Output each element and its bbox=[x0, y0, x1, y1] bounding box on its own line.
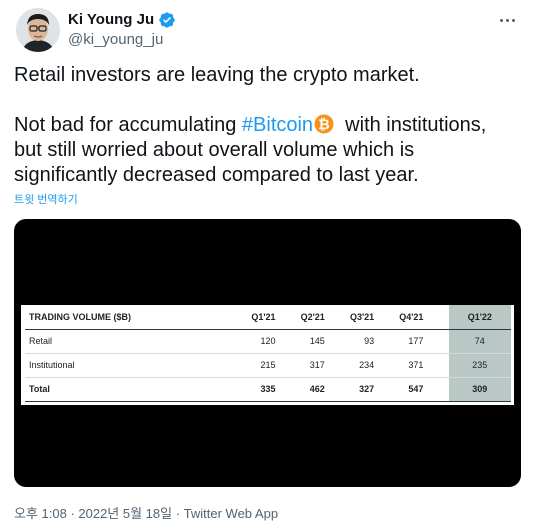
table-cell: 120 bbox=[226, 329, 276, 354]
tweet-line: significantly decreased compared to last… bbox=[14, 164, 419, 186]
table-row-total: Total 335 462 327 547 309 bbox=[25, 376, 511, 402]
table-cell: 215 bbox=[226, 353, 276, 378]
svg-text:₿: ₿ bbox=[318, 117, 329, 133]
tweet-line: but still worried about overall volume w… bbox=[14, 139, 415, 161]
bitcoin-emoji-icon: ₿ bbox=[314, 114, 334, 134]
tweet-line: Retail investors are leaving the crypto … bbox=[14, 64, 420, 86]
table-cell: 234 bbox=[324, 353, 375, 378]
table-header-cell: TRADING VOLUME ($B) bbox=[25, 305, 227, 330]
table-cell: 547 bbox=[374, 376, 424, 402]
table-cell-highlight: 235 bbox=[448, 353, 511, 378]
table-cell: 327 bbox=[324, 376, 375, 402]
row-label: Total bbox=[25, 376, 227, 402]
author-name-row: Ki Young Ju bbox=[68, 10, 176, 29]
display-name[interactable]: Ki Young Ju bbox=[68, 10, 154, 29]
row-label: Institutional bbox=[25, 353, 227, 378]
table-cell: 177 bbox=[374, 329, 424, 354]
trading-volume-table-card: TRADING VOLUME ($B) Q1'21 Q2'21 Q3'21 Q4… bbox=[21, 305, 514, 405]
table-cell-highlight: 74 bbox=[448, 329, 511, 354]
table-cell-highlight: 309 bbox=[448, 376, 511, 402]
table-header-cell: Q3'21 bbox=[324, 305, 375, 330]
table-cell: 317 bbox=[275, 353, 325, 378]
verified-badge-icon bbox=[158, 11, 176, 29]
author-handle[interactable]: @ki_young_ju bbox=[68, 30, 163, 49]
tweet-text: Retail investors are leaving the crypto … bbox=[14, 63, 524, 188]
table-header-cell: Q1'21 bbox=[226, 305, 276, 330]
table-cell: 371 bbox=[374, 353, 424, 378]
avatar[interactable] bbox=[16, 8, 60, 52]
table-header-row: TRADING VOLUME ($B) Q1'21 Q2'21 Q3'21 Q4… bbox=[25, 305, 511, 330]
tweet-timestamp[interactable]: 오후 1:08 · 2022년 5월 18일 · Twitter Web App bbox=[14, 505, 278, 522]
tweet-line: Not bad for accumulating #Bitcoin ₿ with … bbox=[14, 114, 487, 136]
table-cell: 93 bbox=[324, 329, 375, 354]
table-header-cell-highlight: Q1'22 bbox=[448, 305, 511, 330]
table-cell: 145 bbox=[275, 329, 325, 354]
table-row: Institutional 215 317 234 371 235 bbox=[25, 353, 511, 378]
table-cell: 335 bbox=[226, 376, 276, 402]
translate-tweet-link[interactable]: 트윗 번역하기 bbox=[14, 193, 78, 207]
table-row: Retail 120 145 93 177 74 bbox=[25, 329, 511, 354]
trading-volume-table: TRADING VOLUME ($B) Q1'21 Q2'21 Q3'21 Q4… bbox=[25, 305, 511, 402]
tweet-media-image[interactable]: TRADING VOLUME ($B) Q1'21 Q2'21 Q3'21 Q4… bbox=[14, 219, 521, 487]
hashtag-link[interactable]: #Bitcoin bbox=[242, 114, 313, 136]
tweet-header: Ki Young Ju @ki_young_ju bbox=[16, 8, 521, 52]
row-label: Retail bbox=[25, 329, 227, 354]
table-header-cell: Q4'21 bbox=[374, 305, 424, 330]
table-header-cell: Q2'21 bbox=[275, 305, 325, 330]
more-options-icon[interactable] bbox=[493, 10, 521, 30]
table-cell: 462 bbox=[275, 376, 325, 402]
